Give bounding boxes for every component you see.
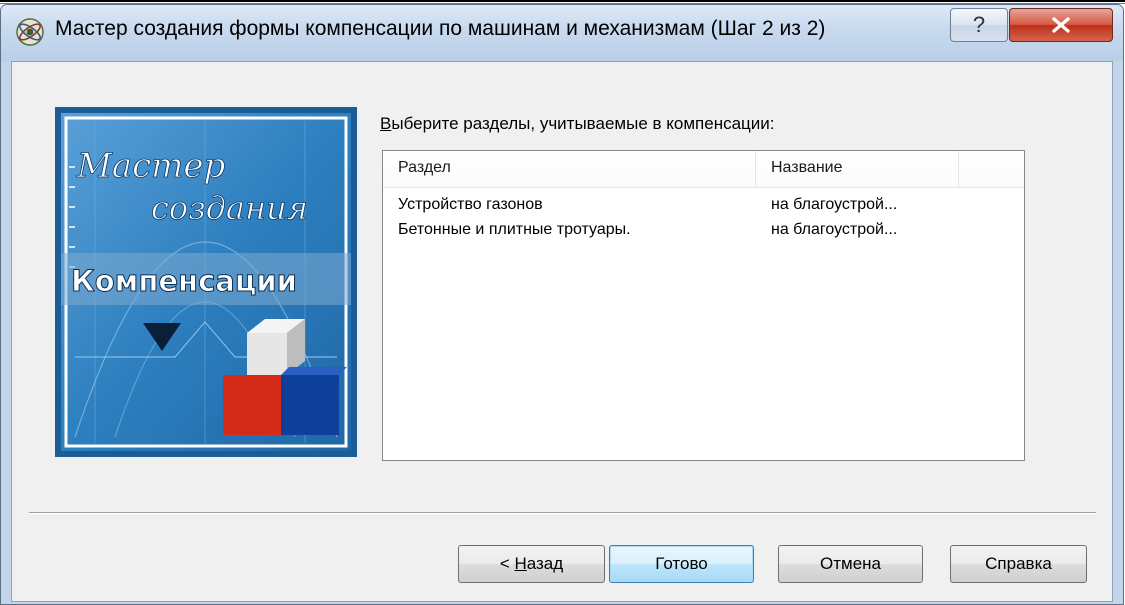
close-button[interactable]	[1009, 8, 1113, 42]
list-item-section: Бетонные и плитные тротуары.	[398, 221, 631, 238]
cancel-button[interactable]: Отмена	[778, 545, 923, 583]
banner-title-line2: создания	[151, 189, 308, 227]
wizard-banner-image: Мастер создания Компенсации	[55, 107, 357, 457]
sections-list[interactable]: Раздел Название Устройство газонов на бл…	[382, 150, 1025, 461]
help-label: Справка	[985, 554, 1052, 573]
sections-prompt-label: Выберите разделы, учитываемые в компенса…	[380, 114, 775, 134]
prompt-text: ыберите разделы, учитываемые в компенсац…	[391, 114, 775, 133]
finish-button[interactable]: Готово	[609, 545, 754, 583]
back-prefix: <	[499, 554, 515, 573]
prompt-accelerator: В	[380, 114, 392, 133]
cancel-label: Отмена	[820, 554, 881, 573]
help-icon: ?	[972, 12, 986, 37]
wizard-dialog: Мастер создания формы компенсации по маш…	[0, 4, 1124, 605]
list-header: Раздел Название	[383, 151, 1024, 188]
column-header-section[interactable]: Раздел	[383, 151, 756, 187]
list-item[interactable]: Устройство газонов на благоустрой...	[383, 196, 1024, 221]
help-button[interactable]: Справка	[950, 545, 1087, 583]
list-item-name: на благоустрой...	[771, 221, 898, 238]
back-accelerator: Н	[514, 554, 527, 573]
button-separator	[29, 512, 1096, 514]
list-item-name: на благоустрой...	[771, 196, 898, 213]
column-header-filler	[959, 151, 1024, 187]
list-rows: Устройство газонов на благоустрой... Бет…	[383, 196, 1024, 246]
back-button[interactable]: < Назад	[458, 545, 605, 583]
column-header-name[interactable]: Название	[756, 151, 959, 187]
wizard-app-icon	[16, 18, 44, 46]
window-title: Мастер создания формы компенсации по маш…	[55, 17, 826, 40]
list-item[interactable]: Бетонные и плитные тротуары. на благоуст…	[383, 221, 1024, 246]
wizard-body: Мастер создания Компенсации Выберите раз…	[11, 61, 1113, 602]
title-help-button[interactable]: ?	[950, 8, 1008, 42]
banner-title-line1: Мастер	[76, 146, 225, 186]
close-icon	[1052, 17, 1070, 33]
back-label: азад	[526, 554, 564, 573]
banner-title-line3: Компенсации	[71, 264, 297, 298]
finish-label: Готово	[655, 554, 708, 573]
list-item-section: Устройство газонов	[398, 196, 543, 213]
title-bar[interactable]: Мастер создания формы компенсации по маш…	[1, 5, 1123, 61]
